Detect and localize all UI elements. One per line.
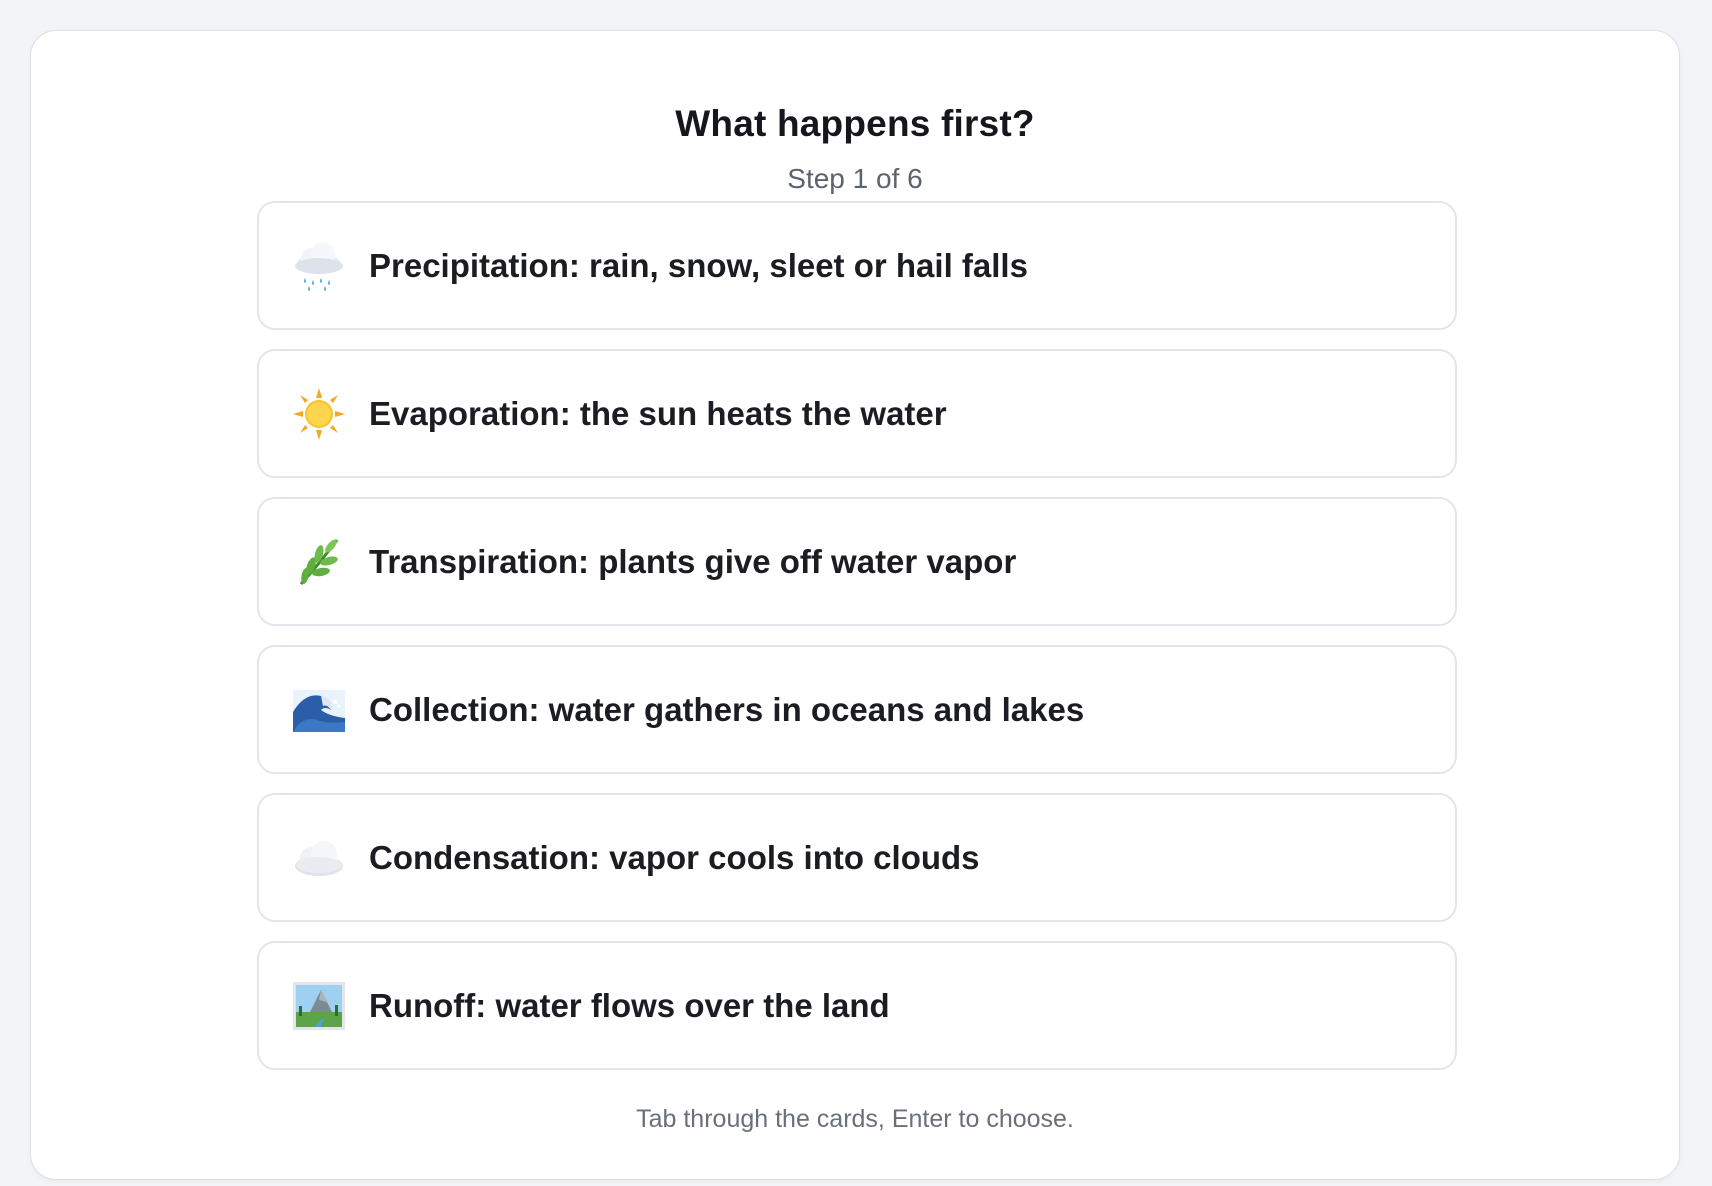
wave-icon <box>291 682 347 738</box>
rain-cloud-icon <box>291 238 347 294</box>
keyboard-hint: Tab through the cards, Enter to choose. <box>636 1105 1074 1133</box>
answer-cards: Precipitation: rain, snow, sleet or hail… <box>257 201 1457 1070</box>
quiz-panel: What happens first? Step 1 of 6 Precipit <box>30 30 1680 1180</box>
step-indicator: Step 1 of 6 <box>787 163 923 194</box>
herb-icon <box>291 534 347 590</box>
answer-card-evaporation[interactable]: Evaporation: the sun heats the water <box>257 349 1457 478</box>
answer-card-precipitation[interactable]: Precipitation: rain, snow, sleet or hail… <box>257 201 1457 330</box>
answer-card-condensation[interactable]: Condensation: vapor cools into clouds <box>257 793 1457 922</box>
landscape-icon <box>291 978 347 1034</box>
answer-card-collection[interactable]: Collection: water gathers in oceans and … <box>257 645 1457 774</box>
answer-label: Condensation: vapor cools into clouds <box>369 838 980 876</box>
answer-label: Collection: water gathers in oceans and … <box>369 690 1085 728</box>
answer-label: Runoff: water flows over the land <box>369 986 890 1024</box>
answer-label: Transpiration: plants give off water vap… <box>369 542 1017 580</box>
sun-icon <box>291 386 347 442</box>
answer-label: Evaporation: the sun heats the water <box>369 394 947 432</box>
answer-card-runoff[interactable]: Runoff: water flows over the land <box>257 941 1457 1070</box>
question-title: What happens first? <box>675 103 1035 144</box>
answer-label: Precipitation: rain, snow, sleet or hail… <box>369 246 1028 284</box>
answer-card-transpiration[interactable]: Transpiration: plants give off water vap… <box>257 497 1457 626</box>
cloud-icon <box>291 830 347 886</box>
